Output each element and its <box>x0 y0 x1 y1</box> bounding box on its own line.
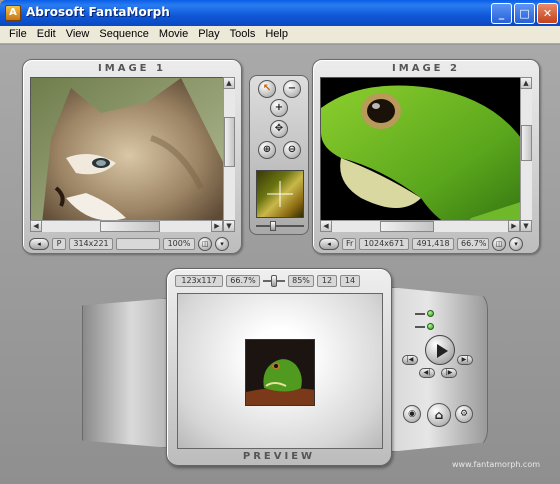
open-image-button[interactable]: ◂ <box>319 238 339 250</box>
zoom-out-icon[interactable]: ⊖ <box>283 141 301 159</box>
image1-statusbar: ◂ P 314x221 100% ◫ ▾ <box>29 237 229 251</box>
crosshair-icon <box>267 181 293 207</box>
slider-thumb[interactable] <box>271 275 277 287</box>
tool-column: ↖ − + ✥ ⊕ ⊖ <box>249 75 309 235</box>
export-movie-icon[interactable]: ⌂ <box>427 403 451 427</box>
image1-title: IMAGE 1 <box>98 63 166 74</box>
menu-play[interactable]: Play <box>193 26 224 43</box>
preview-toolbar: 123x117 66.7% 85% 12 14 <box>175 275 360 287</box>
scroll-up-icon[interactable]: ▲ <box>223 77 235 89</box>
website-link[interactable]: www.fantamorph.com <box>452 460 540 469</box>
left-wing-panel <box>82 298 172 448</box>
play-button[interactable] <box>425 335 455 365</box>
image1-coords <box>116 238 160 250</box>
scroll-thumb[interactable] <box>224 117 235 167</box>
image2-menu-icon[interactable]: ▾ <box>509 237 523 251</box>
status-led-icon <box>427 310 434 317</box>
menu-view[interactable]: View <box>61 26 95 43</box>
scroll-thumb[interactable] <box>380 221 434 232</box>
image2-panel: IMAGE 2 ▲ ▼ ◀ ▶ ◂ Fr 1024x671 491,418 66… <box>312 59 540 254</box>
pointer-icon[interactable]: ↖ <box>258 80 276 98</box>
image2-size: 1024x671 <box>359 238 409 250</box>
menu-edit[interactable]: Edit <box>32 26 61 43</box>
image1-fit-icon[interactable]: ◫ <box>198 237 212 251</box>
image2-coords: 491,418 <box>412 238 454 250</box>
image1-menu-icon[interactable]: ▾ <box>215 237 229 251</box>
app-logo-icon: A <box>5 5 21 21</box>
zoom-in-icon[interactable]: ⊕ <box>258 141 276 159</box>
menu-help[interactable]: Help <box>260 26 293 43</box>
last-frame-icon[interactable]: ▶| <box>457 355 473 365</box>
total-frames: 14 <box>340 275 360 287</box>
play-icon <box>437 344 448 358</box>
morph-percent: 85% <box>288 275 314 287</box>
menu-sequence[interactable]: Sequence <box>94 26 154 43</box>
scroll-up-icon[interactable]: ▲ <box>520 77 532 89</box>
preview-slider[interactable] <box>263 275 285 287</box>
title-bar[interactable]: A Abrosoft FantaMorph _ □ ✕ <box>0 0 560 26</box>
scroll-right-icon[interactable]: ▶ <box>508 220 520 232</box>
arrow-icon <box>415 313 425 315</box>
image1-mode: P <box>52 238 66 250</box>
scroll-thumb[interactable] <box>521 125 532 161</box>
status-led-icon <box>427 323 434 330</box>
scroll-thumb[interactable] <box>100 221 160 232</box>
image1-panel: IMAGE 1 ▲ ▼ ◀ ▶ ◂ P 314x221 100% ◫ ▾ <box>22 59 242 254</box>
frog-image <box>321 78 531 231</box>
image1-hscrollbar[interactable]: ◀ ▶ <box>30 220 223 232</box>
image2-statusbar: ◂ Fr 1024x671 491,418 66.7% ◫ ▾ <box>319 237 523 251</box>
scroll-right-icon[interactable]: ▶ <box>211 220 223 232</box>
scroll-left-icon[interactable]: ◀ <box>30 220 42 232</box>
window-title: Abrosoft FantaMorph <box>26 5 170 19</box>
preview-panel: 123x117 66.7% 85% 12 14 PREVIEW <box>166 268 392 466</box>
image2-fit-icon[interactable]: ◫ <box>492 237 506 251</box>
preview-size[interactable]: 123x117 <box>175 275 223 287</box>
image1-size: 314x221 <box>69 238 113 250</box>
minimize-button[interactable]: _ <box>491 3 512 24</box>
menu-tools[interactable]: Tools <box>225 26 261 43</box>
image1-zoom[interactable]: 100% <box>163 238 195 250</box>
control-panel: |◀ ▶| ◀| |▶ ◉ ⌂ ⚙ <box>388 287 488 452</box>
image2-title: IMAGE 2 <box>392 63 460 74</box>
move-point-icon[interactable]: ✥ <box>270 120 288 138</box>
menu-movie[interactable]: Movie <box>154 26 193 43</box>
current-frame: 12 <box>317 275 337 287</box>
image2-hscrollbar[interactable]: ◀ ▶ <box>320 220 520 232</box>
close-button[interactable]: ✕ <box>537 3 558 24</box>
arrow-icon <box>415 326 425 328</box>
scroll-down-icon[interactable]: ▼ <box>520 220 532 232</box>
minus-icon[interactable]: − <box>283 80 301 98</box>
first-frame-icon[interactable]: |◀ <box>402 355 418 365</box>
menu-file[interactable]: File <box>4 26 32 43</box>
image2-viewport[interactable] <box>320 77 532 232</box>
magnifier-view <box>256 170 304 218</box>
preview-viewport[interactable] <box>177 293 383 449</box>
image1-vscrollbar[interactable]: ▲ ▼ <box>223 77 235 232</box>
image2-zoom[interactable]: 66.7% <box>457 238 489 250</box>
open-image-button[interactable]: ◂ <box>29 238 49 250</box>
next-frame-icon[interactable]: |▶ <box>441 368 457 378</box>
menu-bar: File Edit View Sequence Movie Play Tools… <box>0 26 560 44</box>
plus-icon[interactable]: + <box>270 99 288 117</box>
prev-frame-icon[interactable]: ◀| <box>419 368 435 378</box>
image2-vscrollbar[interactable]: ▲ ▼ <box>520 77 532 232</box>
snapshot-icon[interactable]: ◉ <box>403 405 421 423</box>
image1-viewport[interactable] <box>30 77 235 232</box>
preview-title: PREVIEW <box>242 451 316 462</box>
cougar-image <box>31 78 234 231</box>
preview-zoom[interactable]: 66.7% <box>226 275 260 287</box>
scroll-down-icon[interactable]: ▼ <box>223 220 235 232</box>
morph-frame-image <box>246 340 314 405</box>
morph-preview-image <box>245 339 315 406</box>
slider-thumb[interactable] <box>270 221 276 231</box>
magnifier-slider[interactable] <box>256 221 304 231</box>
maximize-button[interactable]: □ <box>514 3 535 24</box>
image2-mode: Fr <box>342 238 356 250</box>
scroll-left-icon[interactable]: ◀ <box>320 220 332 232</box>
gear-icon[interactable]: ⚙ <box>455 405 473 423</box>
